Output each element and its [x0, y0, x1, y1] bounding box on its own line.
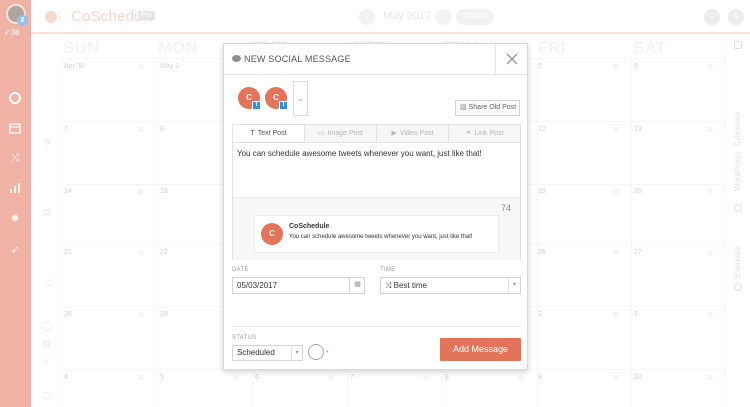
- archive-icon: ▧: [460, 104, 467, 111]
- tab-label: Link Post: [474, 130, 504, 137]
- video-icon: ▶: [391, 130, 397, 137]
- tab-image-post[interactable]: ▭ Image Post: [305, 125, 377, 142]
- date-field[interactable]: 05/03/2017: [232, 277, 365, 294]
- speech-bubble-icon: [232, 55, 241, 62]
- dialog-title: NEW SOCIAL MESSAGE: [244, 54, 351, 64]
- divider: [232, 326, 521, 327]
- message-editor[interactable]: You can schedule awesome tweets whenever…: [232, 142, 521, 260]
- post-type-tabs: T Text Post ▭ Image Post ▶ Video Post ⚭ Link…: [232, 124, 521, 143]
- add-message-button[interactable]: Add Message: [440, 338, 521, 361]
- image-icon: ▭: [317, 130, 325, 137]
- share-old-post-button[interactable]: ▧ Share Old Post: [455, 100, 520, 116]
- twitter-icon: t: [279, 101, 288, 110]
- tab-label: Text Post: [257, 130, 287, 137]
- close-button[interactable]: [495, 44, 527, 75]
- new-social-message-dialog: NEW SOCIAL MESSAGE C t C t ⌄ ▧ Share Old …: [223, 43, 528, 370]
- status-value: Scheduled: [237, 348, 275, 357]
- color-picker[interactable]: [308, 344, 324, 360]
- chevron-down-icon: ▾: [291, 346, 302, 360]
- twitter-icon: t: [252, 101, 261, 110]
- chevron-down-icon: ▾: [508, 278, 520, 293]
- social-profile[interactable]: C t: [265, 87, 288, 110]
- tab-link-post[interactable]: ⚭ Link Post: [449, 125, 520, 142]
- date-picker-icon[interactable]: ▦: [349, 277, 365, 294]
- dialog-header: NEW SOCIAL MESSAGE: [224, 44, 527, 75]
- social-profile[interactable]: C t: [238, 87, 261, 110]
- tab-text-post[interactable]: T Text Post: [233, 125, 305, 142]
- preview-name: CoSchedule: [289, 223, 330, 230]
- share-old-post-label: Share Old Post: [468, 104, 517, 111]
- time-select[interactable]: ⤨ Best time ▾: [380, 277, 521, 294]
- preview-area: 74 C CoSchedule You can schedule awesome…: [233, 197, 520, 260]
- time-value: Best time: [393, 281, 427, 290]
- chevron-down-icon[interactable]: ▾: [326, 349, 329, 355]
- tab-video-post[interactable]: ▶ Video Post: [377, 125, 449, 142]
- date-label: DATE: [232, 267, 249, 273]
- close-icon: [505, 53, 518, 65]
- link-icon: ⚭: [465, 130, 472, 137]
- character-count: 74: [501, 203, 512, 213]
- status-select[interactable]: Scheduled ▾: [232, 345, 303, 361]
- time-label: TIME: [380, 267, 396, 273]
- preview-text: You can schedule awesome tweets whenever…: [289, 234, 473, 240]
- coschedule-logo-icon: C: [261, 223, 283, 245]
- profile-dropdown-chevron-icon[interactable]: ⌄: [293, 81, 308, 116]
- tab-label: Image Post: [327, 130, 364, 137]
- message-text[interactable]: You can schedule awesome tweets whenever…: [237, 149, 482, 158]
- tweet-preview: C CoSchedule You can schedule awesome tw…: [254, 215, 499, 253]
- shuffle-icon: ⤨: [385, 281, 394, 290]
- text-icon: T: [250, 130, 255, 137]
- status-label: STATUS: [232, 335, 257, 341]
- tab-label: Video Post: [399, 130, 434, 137]
